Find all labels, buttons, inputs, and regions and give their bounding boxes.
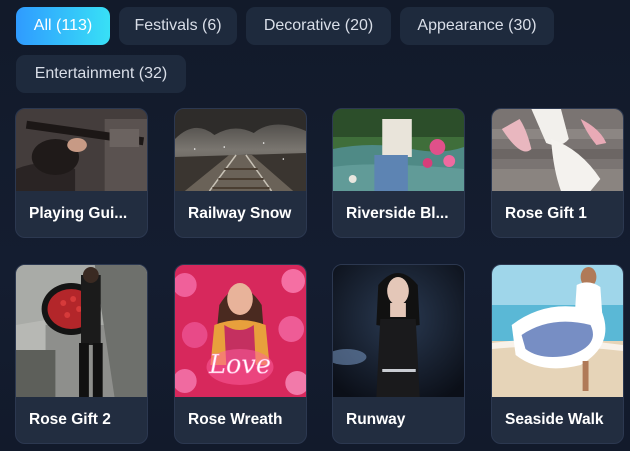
- card-title: Rose Gift 1: [505, 205, 587, 222]
- card-title: Riverside Bl...: [346, 205, 449, 222]
- template-gallery: All (113) Festivals (6) Decorative (20) …: [0, 0, 630, 451]
- runway-thumbnail: [333, 265, 464, 397]
- filter-chip-decorative[interactable]: Decorative (20): [246, 7, 391, 45]
- card-title: Railway Snow: [188, 205, 292, 222]
- card-title: Seaside Walk: [505, 411, 604, 428]
- card-title: Rose Gift 2: [29, 411, 111, 428]
- seaside-walk-thumbnail: [492, 265, 623, 397]
- card-title: Playing Gui...: [29, 205, 128, 222]
- card-title: Runway: [346, 411, 406, 428]
- rose-gift-1-thumbnail: [492, 109, 623, 191]
- template-card-rose-gift-1[interactable]: Rose Gift 1: [491, 108, 624, 238]
- filter-chip-appearance[interactable]: Appearance (30): [400, 7, 554, 45]
- template-card-railway-snow[interactable]: Railway Snow: [174, 108, 307, 238]
- template-card-seaside-walk[interactable]: Seaside Walk: [491, 264, 624, 444]
- playing-guitar-thumbnail: [16, 109, 147, 191]
- template-card-playing-guitar[interactable]: Playing Gui...: [15, 108, 148, 238]
- love-sign-text: Love: [208, 350, 271, 380]
- filter-chip-entertainment[interactable]: Entertainment (32): [16, 55, 186, 93]
- filter-chip-festivals[interactable]: Festivals (6): [119, 7, 237, 45]
- card-title: Rose Wreath: [188, 411, 283, 428]
- riverside-blossoms-thumbnail: [333, 109, 464, 191]
- rose-wreath-thumbnail: Love: [175, 265, 306, 397]
- filter-chip-all[interactable]: All (113): [16, 7, 110, 45]
- template-card-riverside-blossoms[interactable]: Riverside Bl...: [332, 108, 465, 238]
- template-card-runway[interactable]: Runway: [332, 264, 465, 444]
- template-card-rose-gift-2[interactable]: Rose Gift 2: [15, 264, 148, 444]
- railway-snow-thumbnail: [175, 109, 306, 191]
- template-card-rose-wreath[interactable]: Love Rose Wreath: [174, 264, 307, 444]
- rose-gift-2-thumbnail: [16, 265, 147, 397]
